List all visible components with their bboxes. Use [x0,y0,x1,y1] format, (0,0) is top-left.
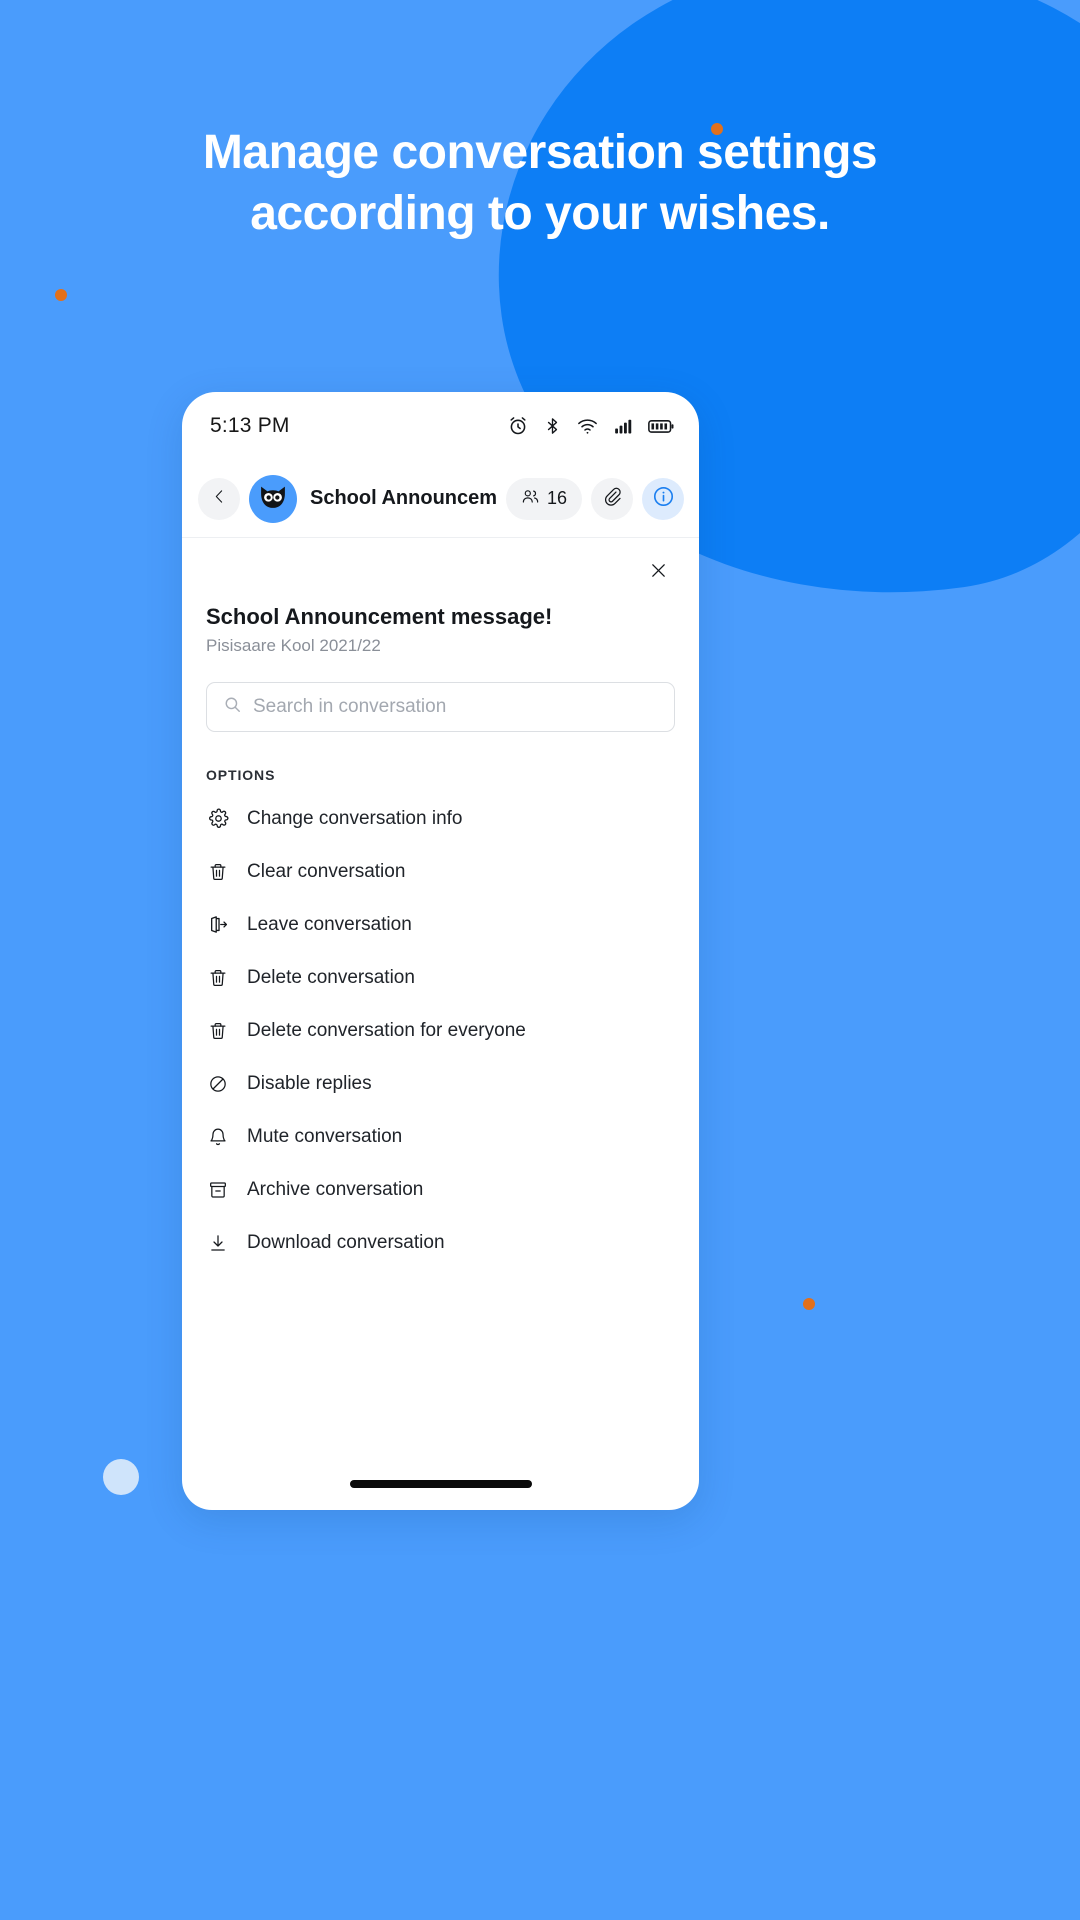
alarm-icon [507,415,529,437]
accent-dot-bottom-right [803,1298,815,1310]
status-bar: 5:13 PM [182,392,699,460]
accent-dot-left [55,289,67,301]
search-icon [223,695,242,719]
conversation-title: School Announcement... [310,487,497,509]
options-section-label: OPTIONS [206,767,276,783]
option-disable-replies[interactable]: Disable replies [206,1057,675,1110]
trash-icon [206,966,230,990]
option-change-conversation-info[interactable]: Change conversation info [206,792,675,845]
panel-topbar [206,538,675,594]
option-label: Archive conversation [247,1178,424,1200]
signal-icon [613,416,634,436]
owl-avatar-icon [256,479,290,518]
option-delete-conversation[interactable]: Delete conversation [206,951,675,1004]
members-button[interactable]: 16 [505,477,582,520]
trash-icon [206,1019,230,1043]
attachments-button[interactable] [591,477,633,520]
battery-icon [648,416,674,436]
option-label: Delete conversation [247,966,415,988]
search-input[interactable]: Search in conversation [206,682,675,732]
promo-headline: Manage conversation settings according t… [202,126,878,241]
bluetooth-icon [543,415,562,437]
avatar[interactable] [249,474,297,523]
option-delete-conversation-for-everyone[interactable]: Delete conversation for everyone [206,1004,675,1057]
option-label: Disable replies [247,1072,372,1094]
option-archive-conversation[interactable]: Archive conversation [206,1163,675,1216]
download-icon [206,1231,230,1255]
info-icon [652,485,675,513]
option-label: Change conversation info [247,807,463,829]
paperclip-icon [602,486,622,511]
wifi-icon [576,415,599,437]
block-icon [206,1072,230,1096]
conversation-settings-panel: School Announcement message! Pisisaare K… [182,538,699,1510]
people-icon [521,487,540,511]
panel-title: School Announcement message! [206,604,553,629]
info-button[interactable] [642,477,684,520]
search-placeholder: Search in conversation [253,696,447,717]
conversation-header: School Announcement... 16 [182,460,699,538]
gear-icon [206,807,230,831]
panel-subtitle: Pisisaare Kool 2021/22 [206,636,381,655]
option-leave-conversation[interactable]: Leave conversation [206,898,675,951]
options-list: Change conversation info Clear conversat… [206,792,675,1269]
option-download-conversation[interactable]: Download conversation [206,1216,675,1269]
option-label: Leave conversation [247,913,412,935]
chevron-left-icon [211,488,228,510]
option-clear-conversation[interactable]: Clear conversation [206,845,675,898]
close-button[interactable] [641,556,675,590]
trash-icon [206,860,230,884]
status-icon-group [507,415,674,437]
leave-icon [206,913,230,937]
archive-icon [206,1178,230,1202]
option-label: Delete conversation for everyone [247,1019,526,1041]
members-count: 16 [546,488,567,508]
bell-icon [206,1125,230,1149]
option-label: Download conversation [247,1231,445,1253]
home-indicator[interactable] [349,1480,532,1488]
status-clock: 5:13 PM [210,414,290,437]
home-indicator-area [206,1269,675,1510]
phone-mockup: 5:13 PM School Announcem 16 School Annou… [182,392,699,1510]
option-label: Clear conversation [247,860,406,882]
option-label: Mute conversation [247,1125,403,1147]
back-button[interactable] [198,477,240,520]
pale-circle-bottom-left [103,1459,139,1495]
option-mute-conversation[interactable]: Mute conversation [206,1110,675,1163]
close-icon [648,560,669,586]
